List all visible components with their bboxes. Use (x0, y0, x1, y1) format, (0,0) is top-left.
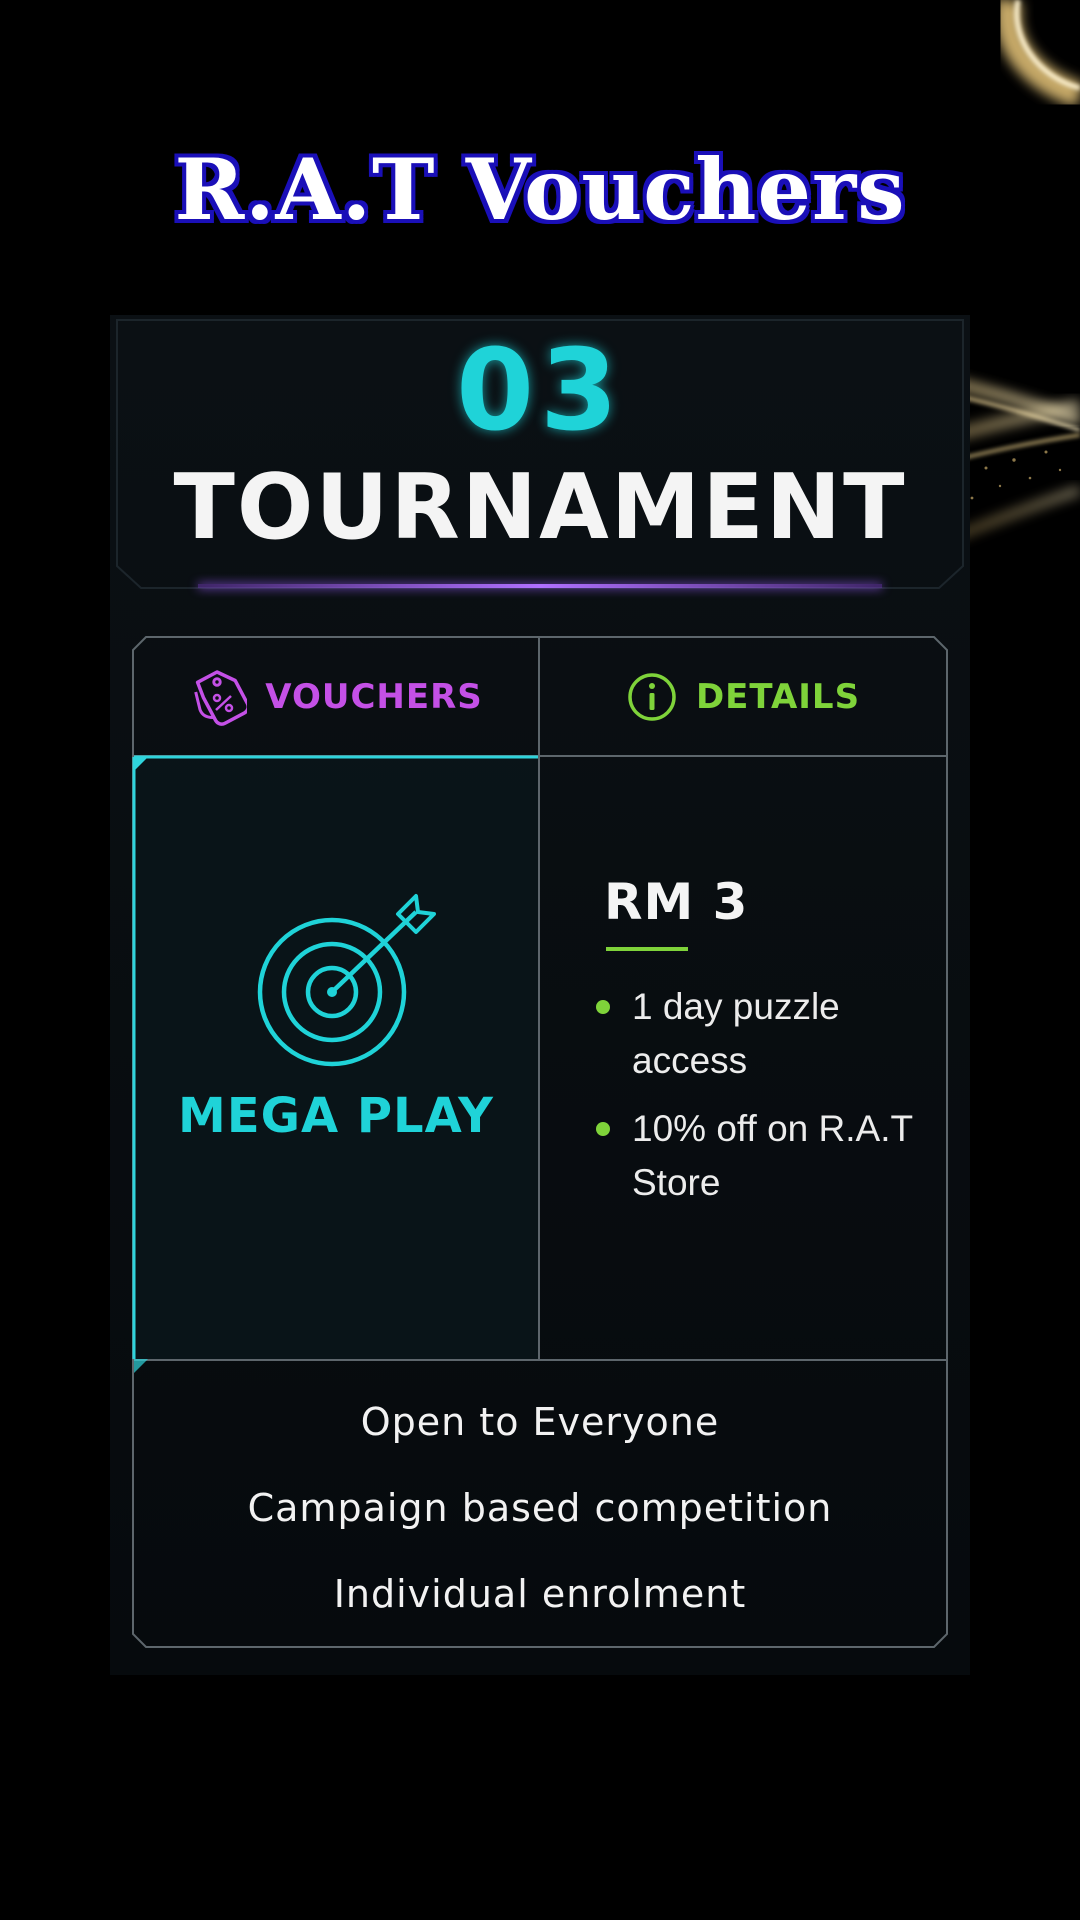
tab-vouchers-label: VOUCHERS (265, 677, 483, 717)
feature-list: Open to Everyone Campaign based competit… (134, 1360, 946, 1646)
tab-details-label: DETAILS (695, 677, 861, 717)
benefit-text: 1 day puzzle access (632, 986, 840, 1081)
title-underline (198, 584, 882, 588)
feature-item: Open to Everyone (360, 1400, 720, 1444)
feature-item: Individual enrolment (333, 1572, 747, 1616)
info-icon (626, 671, 678, 723)
price-underline (606, 947, 688, 951)
benefit-list: 1 day puzzle access 10% off on R.A.T Sto… (596, 980, 916, 1224)
benefit-item: 1 day puzzle access (596, 980, 916, 1088)
feature-item: Campaign based competition (247, 1486, 833, 1530)
voucher-price: RM 3 (604, 873, 749, 931)
tournament-title: TOURNAMENT (173, 455, 907, 560)
benefit-text: 10% off on R.A.T Store (632, 1108, 913, 1203)
bullet-icon (596, 1122, 610, 1136)
discount-tag-icon (189, 666, 251, 728)
tab-details[interactable]: DETAILS (540, 638, 946, 756)
benefit-item: 10% off on R.A.T Store (596, 1102, 916, 1210)
target-arrow-icon (257, 894, 436, 1067)
bullet-icon (596, 1000, 610, 1014)
page-title: R.A.T Vouchers (174, 140, 906, 239)
tournament-number: 03 (456, 326, 624, 456)
voucher-name: MEGA PLAY (178, 1088, 494, 1144)
tab-vouchers[interactable]: VOUCHERS (134, 638, 538, 756)
